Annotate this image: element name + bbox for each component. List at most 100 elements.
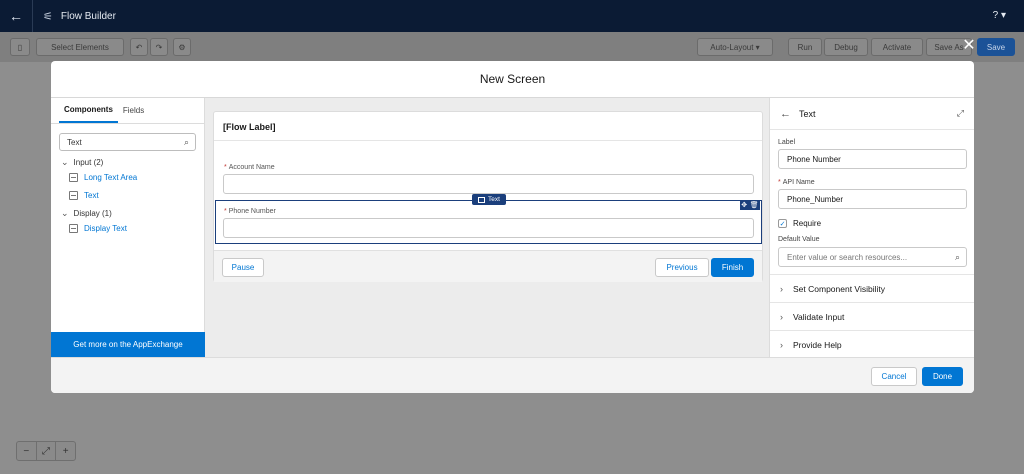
section-provide-help[interactable]: › Provide Help xyxy=(770,330,974,358)
tree-group-input[interactable]: ⌄ Input (2) xyxy=(61,157,103,168)
account-name-field[interactable] xyxy=(223,174,754,194)
field-label-text: Phone Number xyxy=(228,208,276,215)
settings-gear-icon[interactable]: ⚙ xyxy=(173,38,191,56)
phone-number-field[interactable] xyxy=(223,218,754,238)
properties-header: ← Text ⤢ xyxy=(770,98,974,130)
component-label: Display Text xyxy=(84,224,127,233)
section-label: Provide Help xyxy=(793,339,842,350)
checkmark-icon: ✓ xyxy=(778,219,787,228)
pause-button[interactable]: Pause xyxy=(222,258,264,277)
nav-divider xyxy=(32,0,33,32)
screen-card: [Flow Label] * Account Name Text ✥ 🗑 * Pho… xyxy=(213,111,763,282)
flow-label[interactable]: [Flow Label] xyxy=(223,122,276,132)
section-component-visibility[interactable]: › Set Component Visibility xyxy=(770,274,974,302)
toggle-panel-icon[interactable]: ▯ xyxy=(10,38,30,56)
default-value-input[interactable]: Enter value or search resources... ⌕ xyxy=(778,247,967,267)
modal-title: New Screen xyxy=(51,61,974,98)
layout-label: Auto-Layout xyxy=(710,42,754,52)
component-display-text[interactable]: Display Text xyxy=(69,224,127,233)
selected-component-tag: Text xyxy=(472,194,506,205)
fit-view-icon[interactable]: ⤢ xyxy=(37,442,57,460)
api-name-caption: * API Name xyxy=(778,179,815,186)
run-button[interactable]: Run xyxy=(788,38,822,56)
activate-button[interactable]: Activate xyxy=(871,38,923,56)
back-arrow-icon[interactable]: ← xyxy=(0,0,32,32)
api-name-value: Phone_Number xyxy=(787,194,844,204)
run-label: Run xyxy=(797,42,813,52)
require-checkbox[interactable]: ✓ Require xyxy=(778,219,821,228)
default-value-placeholder: Enter value or search resources... xyxy=(787,252,908,262)
selected-tag-label: Text xyxy=(488,196,500,203)
expand-icon[interactable]: ⤢ xyxy=(957,108,964,119)
component-label: Long Text Area xyxy=(84,173,138,182)
screen-footer: Pause Previous Finish xyxy=(214,250,762,282)
long-text-area-icon xyxy=(69,173,78,182)
chevron-right-icon: › xyxy=(780,283,783,294)
chevron-down-icon: ⌄ xyxy=(61,208,69,218)
component-search-value: Text xyxy=(67,137,82,147)
required-mark: * xyxy=(224,164,227,171)
api-name-field[interactable]: Phone_Number xyxy=(778,189,967,209)
toolbar: ▯ Select Elements ↶ ↷ ⚙ Auto-Layout ▾ Ru… xyxy=(0,32,1024,62)
label-field-value: Phone Number xyxy=(787,154,841,164)
card-divider xyxy=(214,140,762,141)
api-name-caption-text: API Name xyxy=(782,179,815,186)
properties-panel: ← Text ⤢ Label Phone Number * API Name Ph… xyxy=(769,98,974,357)
move-icon[interactable]: ✥ xyxy=(741,201,747,209)
zoom-in-icon[interactable]: + xyxy=(56,442,75,460)
component-actions: ✥ 🗑 xyxy=(740,200,760,210)
finish-button[interactable]: Finish xyxy=(711,258,754,277)
activate-label: Activate xyxy=(882,42,912,52)
undo-icon[interactable]: ↶ xyxy=(130,38,148,56)
search-icon: ⌕ xyxy=(183,137,189,147)
tree-group-display[interactable]: ⌄ Display (1) xyxy=(61,208,112,219)
component-text[interactable]: Text xyxy=(69,191,99,200)
appexchange-link[interactable]: Get more on the AppExchange xyxy=(51,332,205,357)
screen-canvas: [Flow Label] * Account Name Text ✥ 🗑 * Pho… xyxy=(205,98,769,357)
section-validate-input[interactable]: › Validate Input xyxy=(770,302,974,330)
help-label: ? xyxy=(992,10,999,21)
label-caption: Label xyxy=(778,139,796,146)
properties-title: Text xyxy=(799,108,816,119)
back-arrow-icon[interactable]: ← xyxy=(780,108,791,120)
text-input-icon xyxy=(69,191,78,200)
phone-number-label: * Phone Number xyxy=(224,208,276,215)
save-label: Save xyxy=(986,42,1006,52)
modal-footer: Cancel Done xyxy=(51,357,974,393)
component-search-input[interactable]: Text ⌕ xyxy=(59,133,196,151)
display-text-icon xyxy=(69,224,78,233)
layout-dropdown[interactable]: Auto-Layout ▾ xyxy=(697,38,773,56)
field-label-text: Account Name xyxy=(228,164,275,171)
account-name-label: * Account Name xyxy=(224,164,275,171)
component-long-text-area[interactable]: Long Text Area xyxy=(69,173,137,182)
default-value-caption: Default Value xyxy=(778,236,820,243)
new-screen-modal: New Screen Components Fields Text ⌕ ⌄ In… xyxy=(51,61,974,393)
tree-group-label: Input (2) xyxy=(73,158,104,167)
redo-icon[interactable]: ↷ xyxy=(150,38,168,56)
help-icon[interactable]: ? ▾ xyxy=(993,10,1006,21)
label-field[interactable]: Phone Number xyxy=(778,149,967,169)
debug-button[interactable]: Debug xyxy=(824,38,868,56)
close-icon[interactable]: ✕ xyxy=(960,36,978,54)
select-elements-button[interactable]: Select Elements xyxy=(36,38,124,56)
save-button[interactable]: Save xyxy=(977,38,1015,56)
cancel-button[interactable]: Cancel xyxy=(871,367,917,386)
tab-fields[interactable]: Fields xyxy=(118,98,149,123)
zoom-out-icon[interactable]: − xyxy=(17,442,37,460)
section-label: Validate Input xyxy=(793,311,845,322)
modal-body: Components Fields Text ⌕ ⌄ Input (2) Lon… xyxy=(51,98,974,357)
panel-tabs: Components Fields xyxy=(51,98,204,124)
required-mark: * xyxy=(778,179,781,186)
zoom-controls: − ⤢ + xyxy=(16,441,76,461)
selected-component[interactable]: Text ✥ 🗑 * Phone Number xyxy=(215,194,762,244)
tree-group-label: Display (1) xyxy=(73,209,112,218)
text-component-icon xyxy=(478,196,485,203)
chevron-right-icon: › xyxy=(780,311,783,322)
components-panel: Components Fields Text ⌕ ⌄ Input (2) Lon… xyxy=(51,98,205,357)
require-label: Require xyxy=(793,219,822,228)
section-label: Set Component Visibility xyxy=(793,283,885,294)
previous-button[interactable]: Previous xyxy=(655,258,709,277)
delete-icon[interactable]: 🗑 xyxy=(750,201,759,209)
tab-components[interactable]: Components xyxy=(59,98,118,123)
done-button[interactable]: Done xyxy=(922,367,963,386)
